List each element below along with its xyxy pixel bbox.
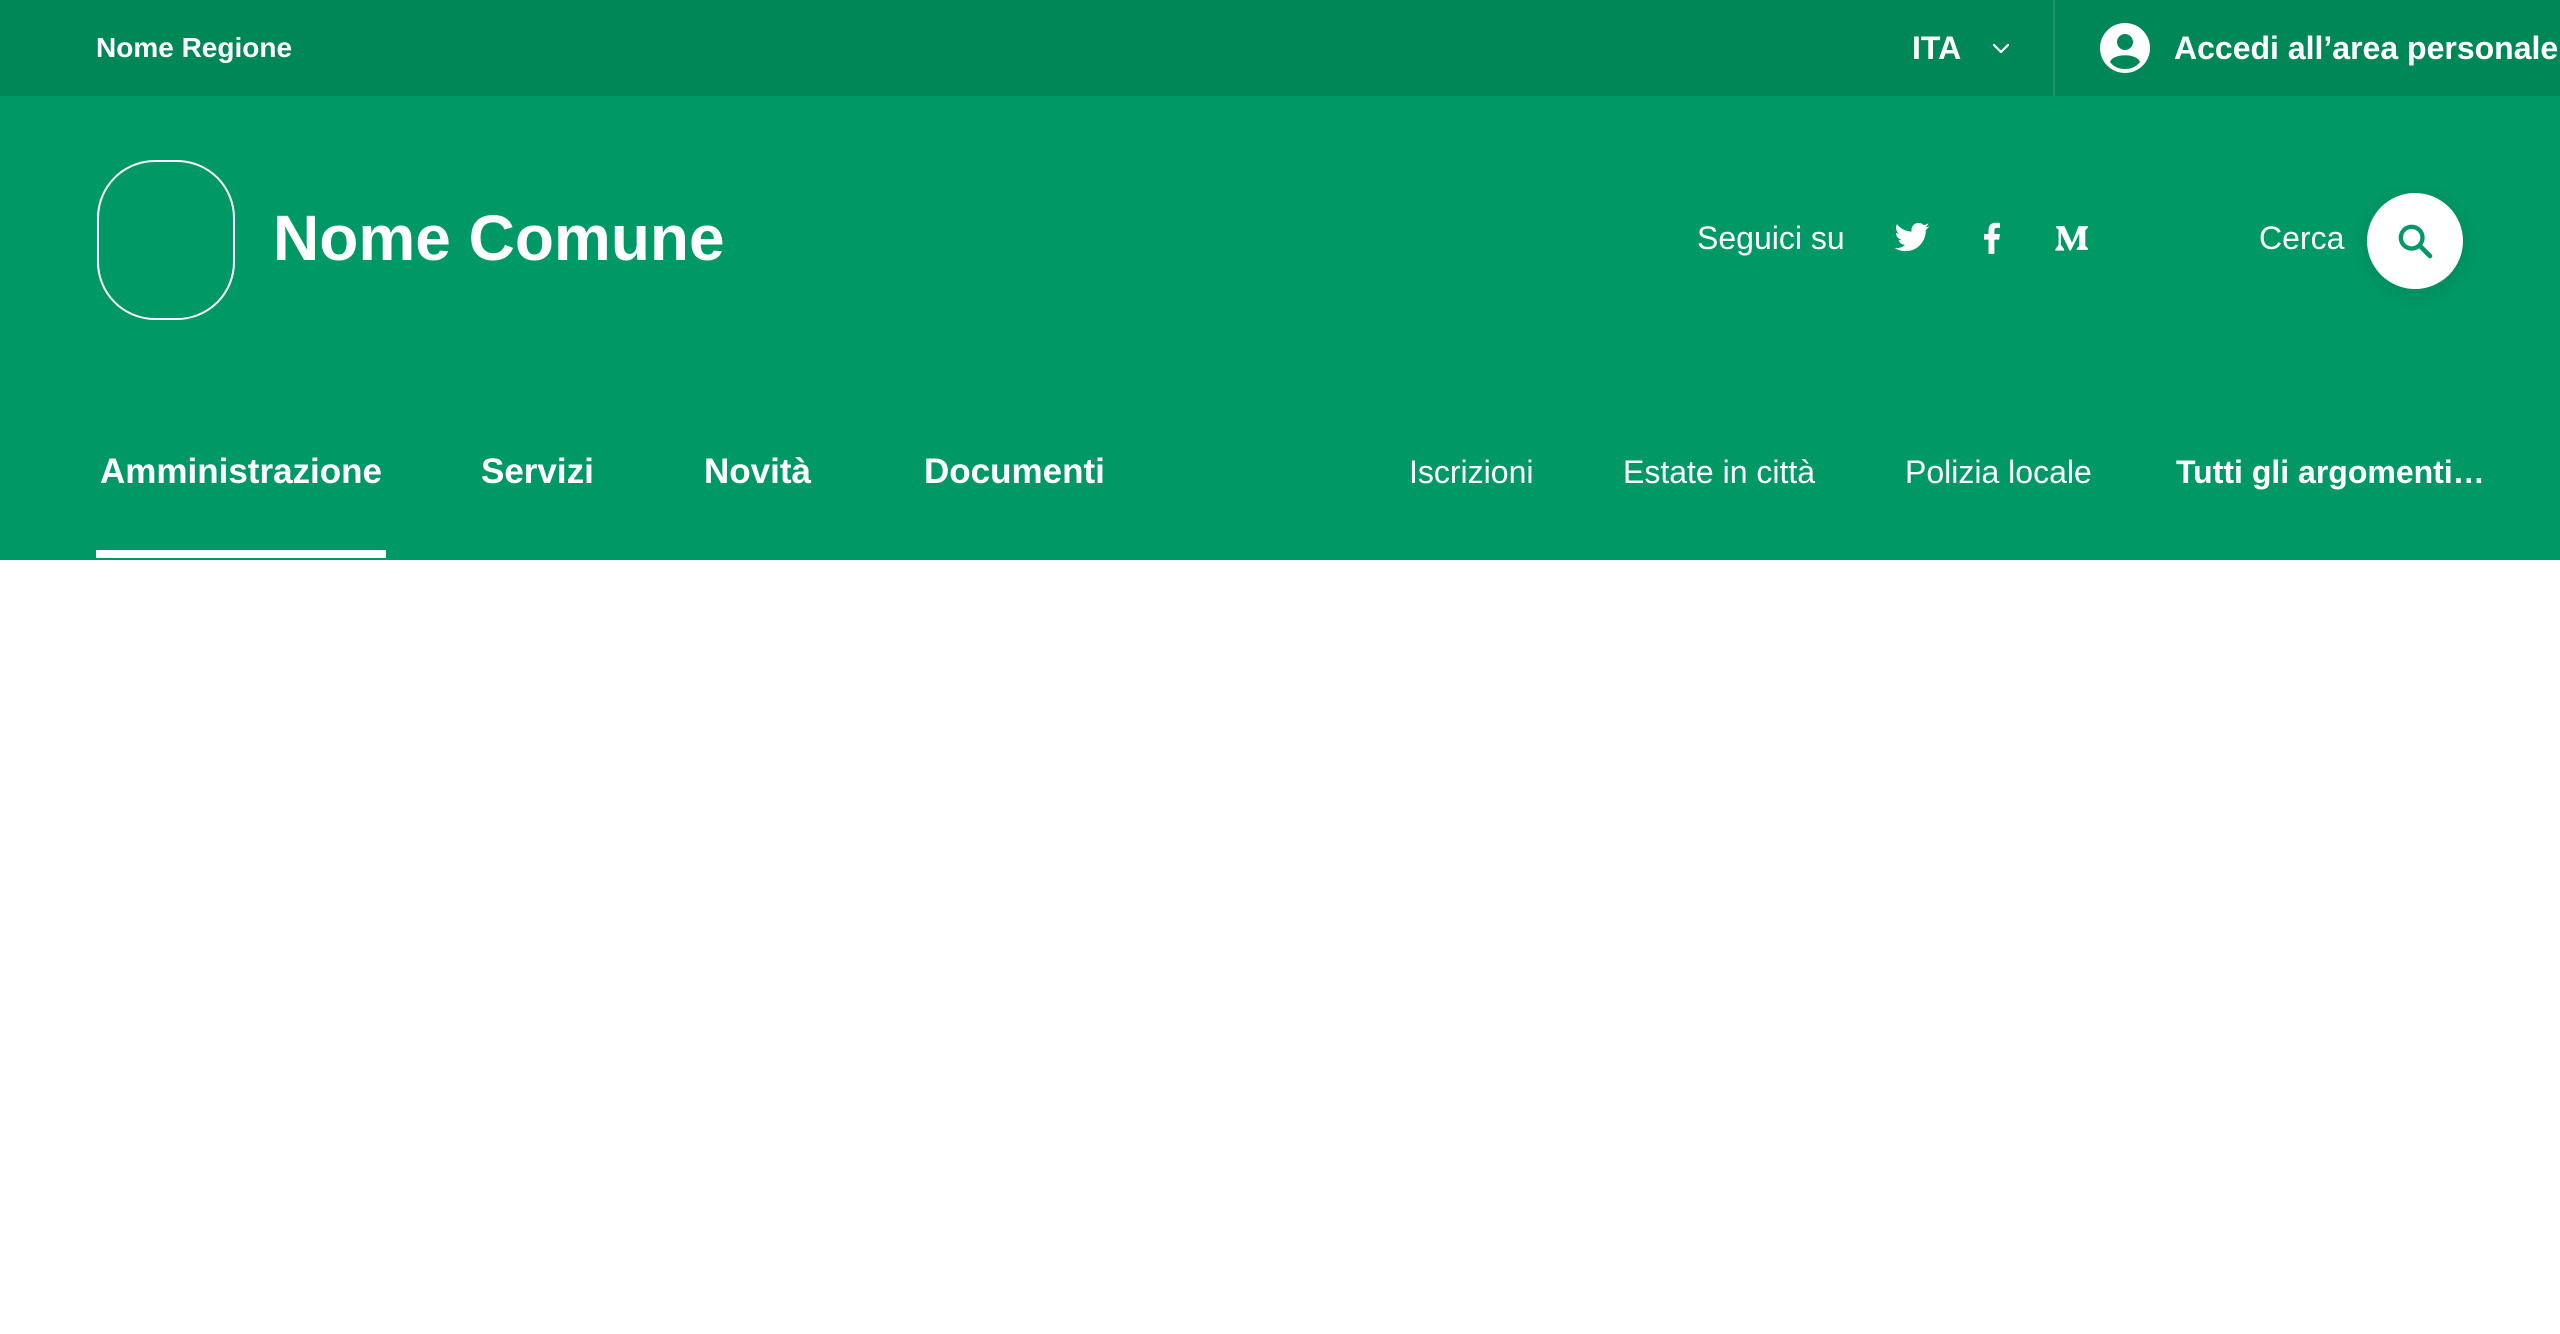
nav-item-novita[interactable]: Novità	[704, 444, 811, 500]
brand-name[interactable]: Nome Comune	[273, 188, 725, 288]
language-label: ITA	[1912, 29, 1962, 66]
login-button[interactable]: Accedi all’area personale	[2100, 0, 2558, 96]
region-link[interactable]: Nome Regione	[96, 0, 292, 96]
twitter-icon[interactable]	[1893, 219, 1931, 257]
login-label: Accedi all’area personale	[2174, 29, 2559, 66]
nav-item-servizi[interactable]: Servizi	[481, 444, 594, 500]
nav-link-iscrizioni[interactable]: Iscrizioni	[1409, 444, 1533, 500]
nav-link-polizia-locale[interactable]: Polizia locale	[1905, 444, 2092, 500]
facebook-icon[interactable]	[1973, 219, 2011, 257]
slim-header: Nome Regione ITA Accedi all’area persona…	[0, 0, 2560, 96]
nav-item-amministrazione[interactable]: Amministrazione	[96, 444, 386, 558]
municipality-logo[interactable]	[97, 160, 235, 320]
search-icon	[2398, 224, 2433, 259]
center-header: Nome Comune Seguici su Cerca	[0, 96, 2560, 384]
slim-divider	[2053, 0, 2055, 96]
main-navbar: Amministrazione Servizi Novità Documenti…	[0, 384, 2560, 560]
search-button[interactable]	[2367, 193, 2463, 289]
language-selector[interactable]: ITA	[1912, 0, 2013, 96]
nav-item-documenti[interactable]: Documenti	[924, 444, 1105, 500]
user-icon	[2100, 23, 2150, 73]
social-links: Seguici su	[1697, 206, 2091, 270]
chevron-down-icon	[1993, 43, 2010, 54]
search-label: Cerca	[2259, 220, 2345, 256]
follow-label: Seguici su	[1697, 219, 1845, 256]
nav-link-estate-in-citta[interactable]: Estate in città	[1623, 444, 1815, 500]
medium-icon[interactable]	[2053, 219, 2091, 257]
nav-link-tutti-gli-argomenti[interactable]: Tutti gli argomenti…	[2176, 444, 2485, 500]
